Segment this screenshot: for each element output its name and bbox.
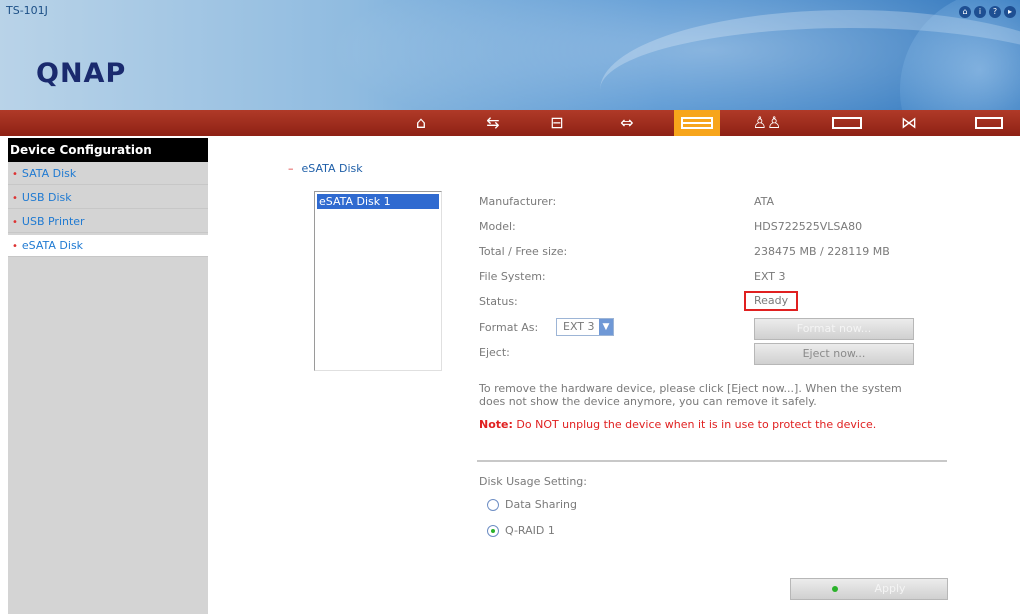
logout-icon[interactable]: ▸ (1004, 6, 1016, 18)
size-label: Total / Free size: (479, 245, 568, 258)
file-system-label: File System: (479, 270, 546, 283)
sidebar-item-usb-disk[interactable]: • USB Disk (8, 187, 208, 209)
users-icon[interactable]: ♙♙ (744, 110, 790, 136)
manufacturer-label: Manufacturer: (479, 195, 557, 208)
model-name: TS-101J (6, 4, 48, 17)
file-system-value: EXT 3 (754, 270, 786, 283)
section-title[interactable]: – eSATA Disk (288, 162, 363, 175)
eject-now-button[interactable]: Eject now... (754, 343, 914, 365)
status-value: Ready (744, 291, 798, 311)
network-icon[interactable]: ⇆ (470, 110, 516, 136)
eject-label: Eject: (479, 346, 510, 359)
header-banner: TS-101J QNAP ⌂ i ? ▸ (0, 0, 1020, 110)
main-nav-bar: ⌂ ⇆ ⊟ ⇔ ♙♙ ⋈ (0, 110, 1020, 136)
note-text: Note: Do NOT unplug the device when it i… (479, 418, 877, 431)
top-icon-group: ⌂ i ? ▸ (959, 6, 1016, 18)
status-dot-icon (832, 586, 839, 592)
home-icon[interactable]: ⌂ (398, 110, 444, 136)
list-item[interactable]: eSATA Disk 1 (317, 194, 439, 209)
status-label: Status: (479, 295, 518, 308)
system-icon[interactable]: ⊟ (534, 110, 580, 136)
share-icon[interactable] (824, 110, 870, 136)
model-value: HDS722525VLSA80 (754, 220, 863, 233)
apply-button[interactable]: Apply (790, 578, 948, 600)
size-value: 238475 MB / 228119 MB (754, 245, 890, 258)
manufacturer-value: ATA (754, 195, 775, 208)
radio-button[interactable] (487, 524, 499, 537)
format-now-button[interactable]: Format now... (754, 318, 914, 340)
disk-usage-title: Disk Usage Setting: (479, 475, 587, 488)
logs-icon[interactable] (966, 110, 1012, 136)
sidebar-item-usb-printer[interactable]: • USB Printer (8, 211, 208, 233)
help-icon[interactable]: ? (989, 6, 1001, 18)
divider (477, 460, 947, 462)
radio-q-raid-1[interactable]: Q-RAID 1 (487, 524, 555, 537)
radio-data-sharing[interactable]: Data Sharing (487, 498, 577, 511)
info-icon[interactable]: i (974, 6, 986, 18)
eject-info-text: To remove the hardware device, please cl… (479, 382, 902, 408)
sidebar-item-esata-disk[interactable]: • eSATA Disk (8, 235, 208, 257)
chevron-down-icon[interactable]: ▼ (599, 319, 613, 335)
sidebar-title: Device Configuration (8, 138, 208, 162)
device-icon[interactable] (674, 110, 720, 136)
format-select[interactable]: EXT 3 ▼ (556, 318, 614, 336)
sidebar-item-sata-disk[interactable]: • SATA Disk (8, 163, 208, 185)
sidebar (8, 138, 208, 614)
disk-list[interactable]: eSATA Disk 1 (314, 191, 442, 371)
format-as-label: Format As: (479, 321, 539, 334)
services-icon[interactable]: ⇔ (604, 110, 650, 136)
home-icon[interactable]: ⌂ (959, 6, 971, 18)
qnap-logo: QNAP (36, 58, 127, 89)
radio-button[interactable] (487, 498, 499, 511)
statistics-icon[interactable]: ⋈ (886, 110, 932, 136)
model-label: Model: (479, 220, 516, 233)
format-select-value: EXT 3 (563, 320, 595, 333)
